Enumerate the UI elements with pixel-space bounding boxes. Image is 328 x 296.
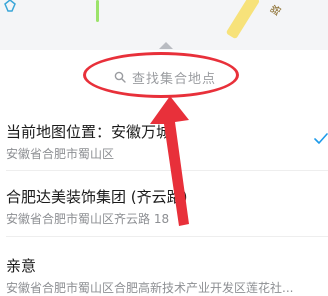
map-road-green [96, 0, 99, 22]
divider [6, 170, 328, 171]
result-subtitle: 安徽省合肥市蜀山区齐云路 18 [6, 212, 170, 226]
map-road-yellow [225, 0, 261, 40]
location-marker-icon [4, 0, 16, 12]
annotation-oval [83, 52, 239, 98]
result-subtitle: 安徽省合肥市蜀山区 [6, 147, 115, 161]
check-icon [314, 133, 328, 144]
result-title: 合肥达美装饰集团 (齐云路) [6, 188, 188, 206]
map-road-label: 路 [269, 3, 285, 18]
map-pin-tip [159, 42, 173, 49]
result-subtitle: 安徽省合肥市蜀山区合肥高新技术产业开发区莲花社... [6, 281, 294, 295]
map-view[interactable]: 路 [0, 0, 328, 50]
result-item-current-location[interactable]: 当前地图位置：安徽万城 安徽省合肥市蜀山区 [6, 121, 324, 162]
result-title: 当前地图位置：安徽万城 [6, 123, 172, 141]
result-item-qinyi[interactable]: 亲意 安徽省合肥市蜀山区合肥高新技术产业开发区莲花社... [6, 255, 324, 296]
result-title: 亲意 [6, 257, 37, 275]
divider [6, 236, 328, 237]
result-item-damei[interactable]: 合肥达美装饰集团 (齐云路) 安徽省合肥市蜀山区齐云路 18 [6, 186, 324, 227]
